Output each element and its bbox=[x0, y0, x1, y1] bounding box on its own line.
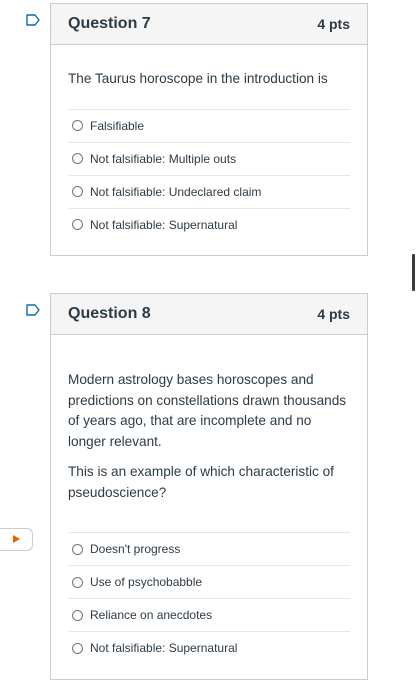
answer-option[interactable]: Not falsifiable: Undeclared claim bbox=[68, 176, 350, 209]
answer-label: Not falsifiable: Supernatural bbox=[90, 641, 238, 655]
question-title: Question 8 bbox=[68, 305, 151, 322]
answer-label: Falsifiable bbox=[90, 118, 145, 133]
answer-list: Doesn't progress Use of psychobabble Rel… bbox=[68, 532, 350, 664]
question-text: This is an example of which characterist… bbox=[68, 464, 334, 500]
radio-button[interactable] bbox=[72, 642, 83, 654]
answer-option[interactable]: Not falsifiable: Supernatural bbox=[68, 632, 350, 664]
radio-button[interactable] bbox=[72, 543, 83, 555]
answer-option[interactable]: Not falsifiable: Multiple outs bbox=[68, 143, 350, 176]
flag-question-icon[interactable] bbox=[26, 304, 40, 316]
answer-list: Falsifiable Not falsifiable: Multiple ou… bbox=[68, 108, 350, 241]
radio-button[interactable] bbox=[72, 120, 83, 131]
radio-button[interactable] bbox=[72, 153, 83, 164]
question-nav-button[interactable] bbox=[0, 528, 33, 551]
question-7: Question 7 4 pts The Taurus horoscope in… bbox=[50, 3, 368, 256]
question-header: Question 7 4 pts bbox=[51, 4, 367, 45]
question-title: Question 7 bbox=[68, 15, 151, 32]
question-header: Question 8 4 pts bbox=[51, 294, 367, 335]
question-points: 4 pts bbox=[317, 306, 350, 322]
answer-option[interactable]: Reliance on anecdotes bbox=[68, 599, 350, 632]
radio-button[interactable] bbox=[72, 186, 83, 197]
question-8: Question 8 4 pts Modern astrology bases … bbox=[50, 293, 368, 680]
answer-option[interactable]: Doesn't progress bbox=[68, 533, 350, 566]
question-text: The Taurus horoscope in the introduction… bbox=[68, 71, 328, 86]
radio-button[interactable] bbox=[72, 576, 83, 588]
answer-label: Reliance on anecdotes bbox=[90, 608, 213, 622]
answer-option[interactable]: Not falsifiable: Supernatural bbox=[68, 209, 350, 241]
answer-label: Not falsifiable: Multiple outs bbox=[90, 151, 237, 166]
answer-label: Doesn't progress bbox=[90, 542, 181, 556]
question-text: Modern astrology bases horoscopes and pr… bbox=[68, 372, 347, 449]
answer-label: Not falsifiable: Supernatural bbox=[90, 217, 238, 232]
play-arrow-icon bbox=[11, 531, 21, 549]
answer-label: Not falsifiable: Undeclared claim bbox=[90, 184, 262, 199]
radio-button[interactable] bbox=[72, 609, 83, 621]
radio-button[interactable] bbox=[72, 219, 83, 230]
answer-label: Use of psychobabble bbox=[90, 575, 203, 589]
flag-question-icon[interactable] bbox=[26, 14, 40, 26]
scrollbar-thumb[interactable] bbox=[412, 254, 415, 291]
question-points: 4 pts bbox=[317, 16, 350, 32]
answer-option[interactable]: Use of psychobabble bbox=[68, 566, 350, 599]
answer-option[interactable]: Falsifiable bbox=[68, 110, 350, 143]
